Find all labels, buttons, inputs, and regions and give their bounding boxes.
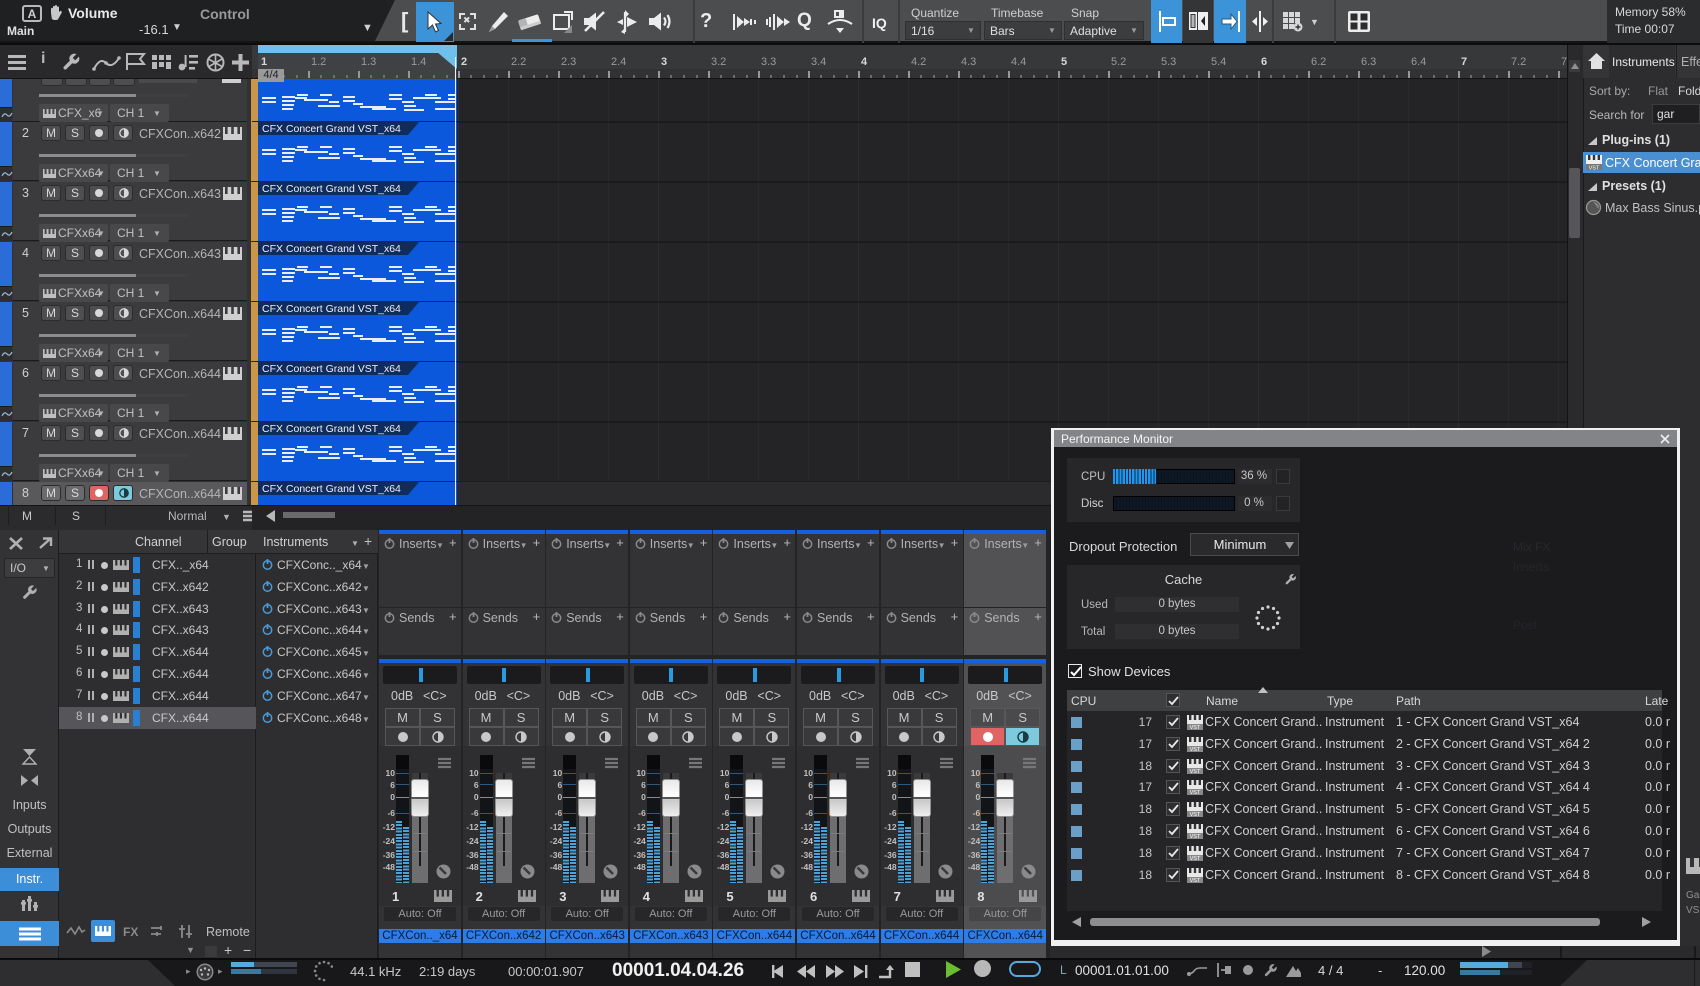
svg-text:VST: VST [1190, 725, 1201, 731]
svg-text:VST: VST [1190, 856, 1201, 862]
svg-text:VST: VST [1589, 166, 1600, 172]
svg-text:VST: VST [1190, 878, 1201, 884]
svg-text:VST: VST [1190, 747, 1201, 753]
svg-text:VST: VST [1190, 790, 1201, 796]
svg-text:VST: VST [1190, 834, 1201, 840]
svg-text:VST: VST [1190, 812, 1201, 818]
svg-text:VST: VST [1190, 769, 1201, 775]
